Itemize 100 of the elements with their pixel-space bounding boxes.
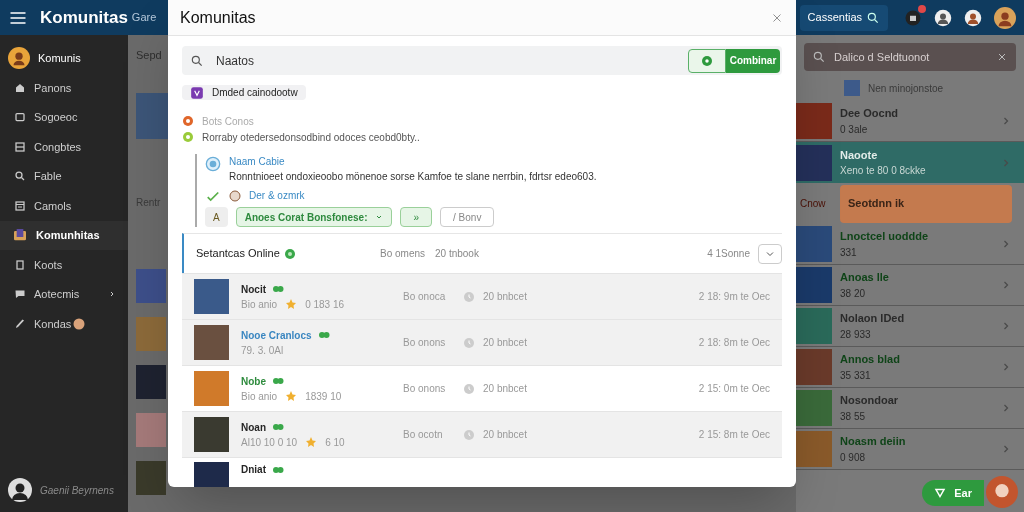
photo-placeholder (796, 390, 832, 426)
photo-placeholder (796, 349, 832, 385)
photo-placeholder (796, 103, 832, 139)
sidebar-item[interactable]: Kondas (0, 309, 128, 339)
sidebar-item[interactable]: Sogoeoc (0, 102, 128, 132)
item-meta: 0 908 (840, 450, 867, 465)
column-header: Bo omens (380, 247, 427, 261)
photo-placeholder (844, 80, 860, 96)
photo-placeholder (796, 431, 832, 467)
member-row[interactable]: Dniat (182, 457, 782, 487)
photo-placeholder (796, 226, 832, 262)
item-name: Nolaon lDed (840, 311, 906, 327)
member-time: 2 15: 0m te Oec (698, 382, 770, 396)
photo-placeholder (796, 144, 832, 181)
member-status: Bo onons (403, 382, 447, 396)
inbox-icon (14, 111, 26, 124)
warning-icon (182, 115, 194, 127)
action-button[interactable]: A (205, 207, 228, 227)
photo-placeholder (136, 365, 166, 399)
combine-button[interactable]: Combinar (726, 48, 780, 73)
info-icon (182, 131, 194, 143)
search-icon (866, 10, 880, 25)
panel-icon (14, 140, 26, 153)
app-subtitle: Gare (131, 10, 157, 26)
section-title: Setantcas Online (196, 246, 280, 262)
dialog-title: Komunitas (180, 7, 256, 28)
photo-placeholder (136, 461, 166, 495)
member-status: Bo onons (403, 336, 447, 350)
list-item[interactable]: Nosondoar 38 55 (796, 388, 1024, 429)
globe-icon (205, 156, 221, 172)
member-name: Nooe Cranlocs (241, 328, 312, 343)
member-count: 20 bnbcet (483, 336, 527, 350)
post-author[interactable]: Naam Cabie (229, 154, 597, 169)
item-name: Anoas lle (840, 270, 890, 286)
photo-placeholder (136, 93, 168, 139)
list-item[interactable]: Noasm deiin 0 908 (796, 429, 1024, 470)
list-item[interactable]: Anoas lle 38 20 (796, 265, 1024, 306)
note-text: Bots Conos (202, 114, 254, 129)
sidebar-item[interactable]: Camols (0, 191, 128, 221)
member-row[interactable]: Nooe Cranlocs 79. 3. 0Al Bo onons 20 bnbcet 2 18: 8m te Oec (182, 319, 782, 365)
sidebar-item[interactable]: Koots (0, 250, 128, 280)
member-meta: Bio anio (241, 389, 278, 404)
member-score: 0 183 16 (305, 297, 345, 312)
member-meta: Al10 10 0 10 (241, 435, 298, 450)
user-icon[interactable] (934, 8, 952, 27)
toggle-icon (701, 54, 713, 67)
member-row[interactable]: Nocit Bio anio 0 183 16 Bo onoca 20 bnbcet 2 18: 9m te Oec (182, 273, 782, 319)
item-name: Annos blad (840, 352, 901, 368)
list-item[interactable]: Naoote Xeno te 80 0 8ckke (796, 142, 1024, 183)
list-item[interactable]: Nolaon lDed 28 933 (796, 306, 1024, 347)
photo-placeholder (194, 279, 229, 314)
action-button[interactable]: / Bonv (440, 207, 495, 227)
item-meta: 28 933 (840, 327, 872, 342)
photo-placeholder (194, 371, 229, 406)
user-icon[interactable] (964, 8, 982, 27)
status-icon (270, 375, 286, 387)
member-name: Nobe (241, 374, 266, 389)
clock-icon (463, 336, 475, 349)
item-meta: 331 (840, 245, 858, 260)
avatar-icon[interactable] (994, 6, 1016, 29)
item-meta: 35 331 (840, 368, 872, 383)
search-field[interactable]: Dalico d Seldtuonot (804, 43, 1016, 71)
badge-icon (73, 317, 86, 330)
star-icon (285, 298, 298, 310)
avatar-icon[interactable] (8, 478, 32, 502)
tag-chip[interactable]: Dmded cainodootw (182, 85, 306, 100)
sidebar-item[interactable]: Congbtes (0, 132, 128, 162)
item-name: Dee Oocnd (840, 106, 900, 122)
sidebar-item[interactable]: Aotecmis (0, 279, 128, 309)
header-search-button[interactable]: Cassentias (799, 4, 888, 31)
list-item[interactable]: Cnow Seotdnn ik (796, 183, 1024, 224)
side-label: Cnow (799, 197, 827, 211)
brush-icon (14, 317, 26, 330)
search-input[interactable]: Dalico d Seldtuonot (834, 48, 988, 66)
status-icon (270, 283, 286, 295)
notification-icon[interactable] (904, 8, 922, 27)
photo-placeholder (194, 417, 229, 452)
close-icon[interactable] (996, 51, 1008, 63)
sidebar-item[interactable]: Panons (0, 73, 128, 103)
action-button[interactable]: Anoes Corat Bonsfonese: (235, 207, 393, 227)
avatar-icon (8, 47, 30, 69)
member-count: 20 bnbcet (483, 428, 527, 442)
item-meta: 38 20 (840, 286, 867, 301)
list-item[interactable]: Lnoctcel uoddde 331 (796, 224, 1024, 265)
member-status: Bo ocotn (403, 428, 444, 442)
sidebar-item[interactable]: Komunhitas (0, 220, 128, 250)
filter-toggle[interactable] (688, 48, 726, 73)
list-header: Nen minojonstoe (868, 81, 944, 96)
reply-link[interactable]: Der & ozmrk (249, 188, 305, 203)
photo-placeholder (796, 267, 832, 303)
action-button[interactable]: » (400, 207, 433, 227)
item-name: Seotdnn ik (848, 196, 906, 212)
search-icon (812, 50, 826, 64)
member-row[interactable]: Noan Al10 10 0 10 6 10 Bo ocotn 20 bnbcet 2 15: 8m te Oec (182, 411, 782, 457)
chat-button[interactable]: Ear (922, 480, 984, 506)
sidebar-item[interactable]: Fable (0, 161, 128, 191)
member-score: 6 10 (325, 435, 345, 450)
list-item[interactable]: Annos blad 35 331 (796, 347, 1024, 388)
caret-icon (375, 213, 384, 221)
member-name: Dniat (241, 463, 266, 477)
